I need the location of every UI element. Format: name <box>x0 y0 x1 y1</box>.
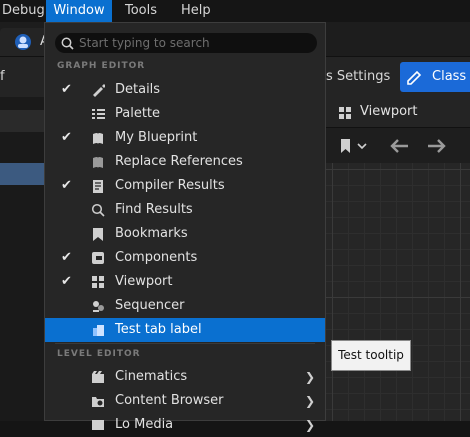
content-browser-icon <box>92 397 104 407</box>
submenu-arrow-icon: ❯ <box>304 418 315 432</box>
components-icon <box>92 252 104 264</box>
left-panel-header <box>0 110 44 132</box>
checkmark-icon: ✔ <box>61 178 72 193</box>
toolbar-fragment[interactable]: f <box>0 63 5 91</box>
menu-item-label: Details <box>115 82 161 97</box>
replace-icon <box>93 157 103 168</box>
menu-item-label: Cinematics <box>115 369 188 384</box>
window-menu-item-bookmarks[interactable]: Bookmarks <box>45 222 325 246</box>
window-menu-item-find-results[interactable]: Find Results <box>45 198 325 222</box>
submenu-arrow-icon: ❯ <box>304 370 315 384</box>
window-menu-item-viewport[interactable]: ✔ Viewport <box>45 270 325 294</box>
menu-bar: Debug Window Tools Help <box>0 0 470 22</box>
checkmark-icon: ✔ <box>61 250 72 265</box>
class-defaults-icon <box>407 70 422 85</box>
menu-separator <box>55 343 315 344</box>
window-menu-item-palette[interactable]: Palette <box>45 102 325 126</box>
menu-item-label: Find Results <box>115 202 193 217</box>
menu-help[interactable]: Help <box>181 0 217 22</box>
search-box <box>55 33 317 53</box>
menu-item-label: Viewport <box>115 274 173 289</box>
sequencer-icon <box>93 301 104 312</box>
checkmark-icon: ✔ <box>61 130 72 145</box>
menu-item-label: Lo Media <box>115 417 174 432</box>
window-menu-item-cinematics[interactable]: Cinematics ❯ <box>45 365 325 389</box>
menu-item-label: Palette <box>115 106 161 121</box>
menu-item-label: Sequencer <box>115 298 185 313</box>
search-input[interactable] <box>79 33 309 53</box>
cinematics-icon <box>92 371 104 383</box>
menu-item-label: Bookmarks <box>115 226 188 241</box>
menu-debug[interactable]: Debug <box>0 0 46 22</box>
window-menu-item-my-blueprint[interactable]: ✔ My Blueprint <box>45 126 325 150</box>
window-menu-item-content-browser[interactable]: Content Browser ❯ <box>45 389 325 413</box>
left-panel-selected-row[interactable] <box>0 163 44 185</box>
blueprint-asset-icon <box>15 34 31 50</box>
window-menu-item-compiler-results[interactable]: ✔ Compiler Results <box>45 174 325 198</box>
window-menu-item-details[interactable]: ✔ Details <box>45 78 325 102</box>
window-menu-item-replace-references[interactable]: Replace References <box>45 150 325 174</box>
viewport-icon <box>92 276 104 288</box>
menu-item-label: Compiler Results <box>115 178 225 193</box>
menu-item-label: Replace References <box>115 154 243 169</box>
back-arrow-icon[interactable] <box>388 137 410 155</box>
section-graph-editor: GRAPH EDITOR <box>57 61 146 71</box>
checkmark-icon: ✔ <box>61 274 72 289</box>
menu-item-label: Test tab label <box>115 322 202 337</box>
window-menu-item-lo-media[interactable]: Lo Media ❯ <box>45 413 325 437</box>
window-menu-item-components[interactable]: ✔ Components <box>45 246 325 270</box>
menu-tools[interactable]: Tools <box>125 0 165 22</box>
menu-window[interactable]: Window <box>46 0 112 22</box>
viewport-title: Viewport <box>360 104 418 119</box>
compiler-icon <box>93 180 103 193</box>
details-icon <box>93 84 105 97</box>
palette-icon <box>92 109 105 119</box>
menu-item-label: My Blueprint <box>115 130 198 145</box>
class-settings-button[interactable]: s Settings <box>326 63 390 91</box>
bookmark-icon <box>93 228 103 241</box>
menu-item-label: Content Browser <box>115 393 224 408</box>
tooltip: Test tooltip <box>331 340 411 371</box>
submenu-arrow-icon: ❯ <box>304 394 315 408</box>
left-panel <box>0 97 44 421</box>
menu-item-label: Components <box>115 250 198 265</box>
search-icon <box>61 37 74 50</box>
viewport-canvas[interactable] <box>326 163 470 421</box>
bookmark-dropdown-icon[interactable] <box>340 137 370 155</box>
checkmark-icon: ✔ <box>61 82 72 97</box>
window-menu-item-test-tab-label[interactable]: Test tab label <box>45 318 325 342</box>
forward-arrow-icon[interactable] <box>426 137 448 155</box>
media-icon <box>92 420 104 430</box>
window-menu-item-sequencer[interactable]: Sequencer <box>45 294 325 318</box>
viewport-icon <box>339 107 351 119</box>
window-dropdown-menu: GRAPH EDITOR ✔ Details Palette ✔ My Blueprin… <box>44 22 326 432</box>
class-defaults-button[interactable]: Class D <box>400 62 470 114</box>
section-level-editor: LEVEL EDITOR <box>57 349 141 359</box>
viewport-toolbar <box>326 127 470 164</box>
viewport-tab[interactable]: Viewport <box>326 97 470 127</box>
test-tab-icon <box>93 325 104 336</box>
search-icon <box>91 203 105 217</box>
blueprint-icon <box>93 133 103 144</box>
